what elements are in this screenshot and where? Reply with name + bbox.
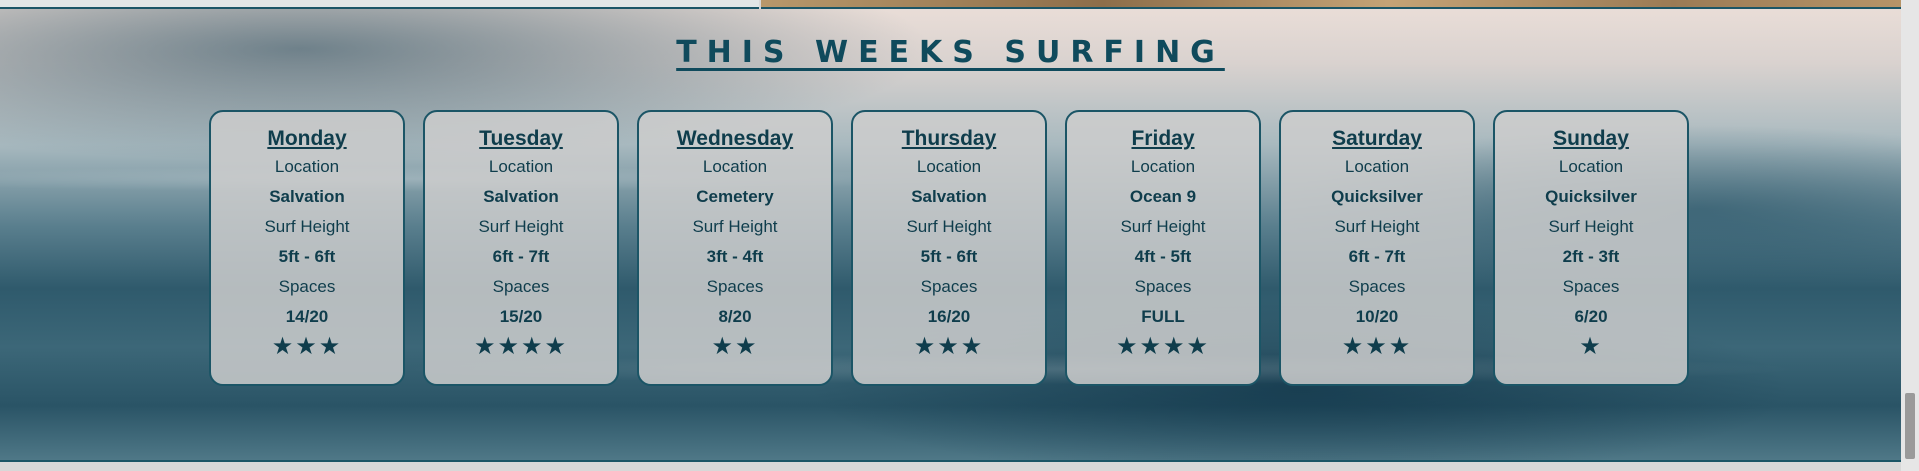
- rating-stars: ★★★★: [425, 332, 617, 362]
- rating-stars: ★★★: [853, 332, 1045, 362]
- spaces-label: Spaces: [706, 277, 764, 296]
- spaces-value: FULL: [1141, 307, 1185, 326]
- star-icon: ★: [937, 333, 961, 360]
- previous-section-edge: [0, 0, 1901, 9]
- star-icon: ★: [544, 333, 569, 360]
- location-value: Salvation: [483, 187, 559, 206]
- spaces-value: 15/20: [499, 307, 543, 326]
- location-value: Quicksilver: [1331, 187, 1423, 206]
- rating-stars: ★★: [639, 332, 831, 362]
- surf-height-value: 5ft - 6ft: [920, 247, 978, 266]
- surf-height-value: 6ft - 7ft: [492, 247, 550, 266]
- surf-section-background: THIS WEEKS SURFING Monday Location Salvati…: [0, 9, 1901, 462]
- spaces-value: 16/20: [927, 307, 971, 326]
- location-label: Location: [702, 157, 768, 176]
- star-icon: ★: [1115, 333, 1140, 360]
- location-value: Salvation: [269, 187, 345, 206]
- star-icon: ★: [271, 333, 296, 360]
- star-icon: ★: [1579, 333, 1603, 360]
- day-name: Tuesday: [479, 127, 563, 150]
- spaces-label: Spaces: [1134, 277, 1192, 296]
- star-icon: ★: [295, 333, 319, 360]
- star-icon: ★: [1388, 333, 1413, 360]
- surf-height-label: Surf Height: [1548, 217, 1634, 236]
- rating-stars: ★★★★: [1067, 332, 1259, 362]
- surf-height-label: Surf Height: [1120, 217, 1206, 236]
- day-name: Thursday: [901, 127, 997, 150]
- star-icon: ★: [497, 333, 521, 360]
- location-label: Location: [488, 157, 554, 176]
- star-icon: ★: [318, 333, 343, 360]
- section-title: THIS WEEKS SURFING: [676, 35, 1225, 70]
- spaces-label: Spaces: [1562, 277, 1620, 296]
- star-icon: ★: [1163, 333, 1187, 360]
- star-icon: ★: [521, 333, 545, 360]
- surf-height-label: Surf Height: [264, 217, 350, 236]
- star-icon: ★: [1341, 333, 1366, 360]
- spaces-value: 10/20: [1355, 307, 1399, 326]
- surf-height-value: 4ft - 5ft: [1134, 247, 1192, 266]
- surf-height-value: 6ft - 7ft: [1348, 247, 1406, 266]
- spaces-label: Spaces: [278, 277, 336, 296]
- day-name: Monday: [267, 127, 347, 150]
- surf-height-label: Surf Height: [1334, 217, 1420, 236]
- surf-height-value: 2ft - 3ft: [1562, 247, 1620, 266]
- location-value: Salvation: [911, 187, 987, 206]
- location-value: Ocean 9: [1129, 187, 1197, 206]
- spaces-label: Spaces: [1348, 277, 1406, 296]
- day-card-friday: Friday Location Ocean 9 Surf Height 4ft - 5f…: [1065, 110, 1261, 386]
- rating-stars: ★: [1495, 332, 1687, 362]
- rating-stars: ★★★: [1281, 332, 1473, 362]
- day-card-sunday: Sunday Location Quicksilver Surf Height 2ft …: [1493, 110, 1689, 386]
- day-name: Friday: [1131, 127, 1195, 150]
- surf-height-value: 3ft - 4ft: [706, 247, 764, 266]
- rating-stars: ★★★: [211, 332, 403, 362]
- star-icon: ★: [1139, 333, 1163, 360]
- spaces-value: 8/20: [718, 307, 752, 326]
- spaces-value: 14/20: [285, 307, 329, 326]
- surf-height-value: 5ft - 6ft: [278, 247, 336, 266]
- day-name: Saturday: [1332, 127, 1422, 150]
- location-label: Location: [1344, 157, 1410, 176]
- day-name: Sunday: [1553, 127, 1629, 150]
- star-icon: ★: [1365, 333, 1389, 360]
- star-icon: ★: [913, 333, 938, 360]
- star-icon: ★: [711, 333, 735, 360]
- day-card-tuesday: Tuesday Location Salvation Surf Height 6ft -…: [423, 110, 619, 386]
- surf-height-label: Surf Height: [906, 217, 992, 236]
- spaces-label: Spaces: [920, 277, 978, 296]
- surf-height-label: Surf Height: [478, 217, 564, 236]
- spaces-label: Spaces: [492, 277, 550, 296]
- day-card-saturday: Saturday Location Quicksilver Surf Height 6f…: [1279, 110, 1475, 386]
- location-value: Cemetery: [696, 187, 774, 206]
- page: THIS WEEKS SURFING Monday Location Salvati…: [0, 0, 1901, 471]
- location-label: Location: [274, 157, 340, 176]
- location-value: Quicksilver: [1545, 187, 1637, 206]
- surf-height-label: Surf Height: [692, 217, 778, 236]
- star-icon: ★: [473, 333, 498, 360]
- day-name: Wednesday: [676, 127, 794, 150]
- scrollbar-thumb[interactable]: [1905, 393, 1915, 459]
- day-card-thursday: Thursday Location Salvation Surf Height 5ft …: [851, 110, 1047, 386]
- previous-section-left: [0, 0, 759, 9]
- previous-section-image: [761, 0, 1901, 9]
- star-icon: ★: [960, 333, 985, 360]
- star-icon: ★: [735, 333, 759, 360]
- day-card-wednesday: Wednesday Location Cemetery Surf Height 3ft …: [637, 110, 833, 386]
- location-label: Location: [1558, 157, 1624, 176]
- spaces-value: 6/20: [1574, 307, 1608, 326]
- day-card-monday: Monday Location Salvation Surf Height 5ft - …: [209, 110, 405, 386]
- star-icon: ★: [1186, 333, 1211, 360]
- location-label: Location: [916, 157, 982, 176]
- page-scrollbar[interactable]: [1901, 0, 1919, 471]
- location-label: Location: [1130, 157, 1196, 176]
